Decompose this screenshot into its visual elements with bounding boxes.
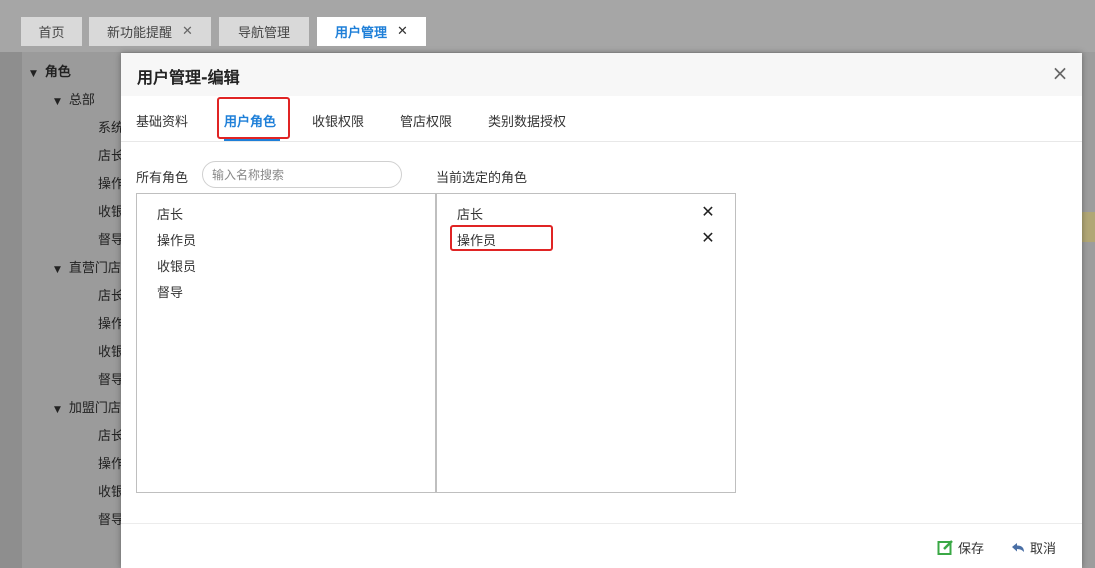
dialog-footer: 保存 取消	[121, 523, 1082, 568]
close-icon[interactable]: ✕	[182, 24, 193, 39]
cancel-label: 取消	[1030, 542, 1057, 557]
list-item[interactable]: 店长	[457, 204, 483, 223]
active-tab-indicator	[224, 139, 280, 141]
tree-group-label: 直营门店	[68, 261, 121, 276]
remove-icon[interactable]: ✕	[700, 204, 716, 220]
tree-group-label: 加盟门店	[68, 401, 121, 416]
subtab-user-roles[interactable]: 用户角色	[224, 111, 276, 130]
subtab-category-data-authorization[interactable]: 类别数据授权	[488, 111, 566, 130]
remove-icon[interactable]: ✕	[700, 230, 716, 246]
all-roles-label: 所有角色	[136, 171, 189, 186]
caret-down-icon: ▼	[54, 405, 61, 415]
list-item[interactable]: 操作员	[457, 230, 496, 249]
list-item[interactable]: 操作员	[157, 230, 196, 249]
selected-roles-list[interactable]: 店长 ✕ 操作员 ✕	[436, 193, 736, 493]
edit-user-dialog: 用户管理-编辑 × 基础资料 用户角色 收银权限 管店权限 类别数据授权 所有角…	[121, 53, 1082, 568]
role-tree: ▼ 角色 ▼ 总部 系统 店长 操作 收银 督导 ▼ 直营门店 店长 操作 收银 督导…	[22, 52, 132, 568]
close-icon[interactable]: ✕	[397, 24, 408, 39]
caret-down-icon: ▼	[54, 97, 61, 107]
background-table-edge	[1080, 52, 1095, 568]
tree-root[interactable]: ▼ 角色	[30, 63, 71, 83]
subtab-basic-info[interactable]: 基础资料	[136, 111, 188, 130]
all-roles-list[interactable]: 店长 操作员 收银员 督导	[136, 193, 436, 493]
tab-label: 导航管理	[237, 26, 290, 41]
list-item[interactable]: 店长	[157, 204, 183, 223]
selected-roles-label: 当前选定的角色	[436, 171, 528, 186]
tree-group[interactable]: ▼ 加盟门店	[54, 399, 121, 419]
list-item[interactable]: 收银员	[157, 256, 196, 275]
tab-user-management[interactable]: 用户管理 ✕	[317, 17, 426, 46]
highlighted-row	[1080, 212, 1095, 242]
caret-down-icon: ▼	[30, 69, 37, 79]
tab-label: 首页	[38, 26, 65, 41]
tab-label: 新功能提醒	[107, 26, 173, 41]
save-button[interactable]: 保存	[937, 538, 984, 557]
save-label: 保存	[958, 542, 985, 557]
tab-label: 用户管理	[335, 26, 388, 41]
tab-home[interactable]: 首页	[21, 17, 82, 46]
subtab-cashier-permissions[interactable]: 收银权限	[312, 111, 364, 130]
dialog-header: 用户管理-编辑 ×	[121, 53, 1082, 96]
undo-icon	[1012, 542, 1024, 552]
role-search-input[interactable]	[202, 161, 402, 188]
caret-down-icon: ▼	[54, 265, 61, 275]
tab-new-features[interactable]: 新功能提醒 ✕	[89, 17, 211, 46]
close-icon[interactable]: ×	[1050, 63, 1070, 83]
tree-group-label: 总部	[68, 93, 95, 108]
cancel-button[interactable]: 取消	[1010, 538, 1056, 557]
subtab-store-permissions[interactable]: 管店权限	[400, 111, 452, 130]
dialog-title: 用户管理-编辑	[137, 68, 240, 87]
tab-nav-management[interactable]: 导航管理	[219, 17, 309, 46]
tab-bar: 首页 新功能提醒 ✕ 导航管理 用户管理 ✕	[0, 0, 1095, 52]
dialog-subtabs: 基础资料 用户角色 收银权限 管店权限 类别数据授权	[121, 96, 1082, 142]
tree-root-label: 角色	[44, 65, 71, 80]
tree-group[interactable]: ▼ 直营门店	[54, 259, 121, 279]
tree-group[interactable]: ▼ 总部	[54, 91, 95, 111]
list-item[interactable]: 督导	[157, 282, 183, 301]
left-strip	[0, 52, 22, 568]
edit-icon	[937, 540, 953, 555]
